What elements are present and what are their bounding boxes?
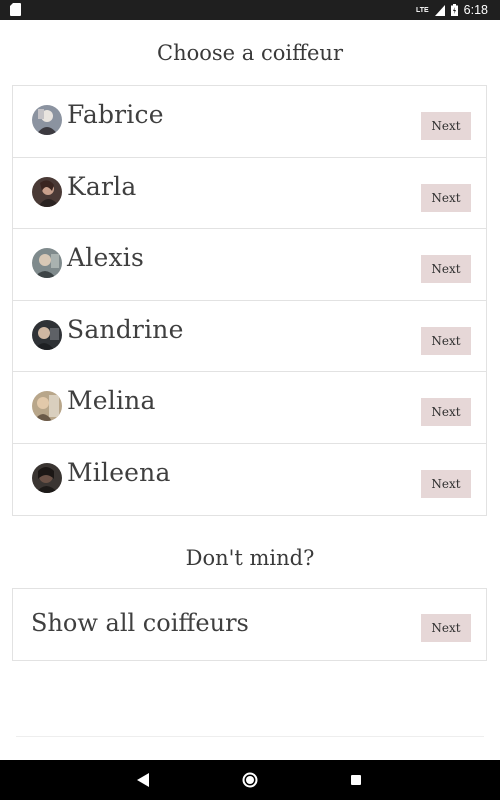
coiffeur-row-fabrice[interactable]: Fabrice Next — [13, 86, 486, 158]
avatar — [32, 176, 62, 207]
home-icon[interactable] — [242, 772, 258, 788]
avatar — [32, 105, 62, 135]
coiffeur-row-sandrine[interactable]: Sandrine Next — [13, 301, 486, 373]
avatar — [32, 319, 62, 350]
battery-icon — [450, 4, 458, 16]
avatar — [32, 248, 62, 279]
coiffeur-row-mileena[interactable]: Mileena Next — [13, 444, 486, 516]
coiffeur-name: Fabrice — [67, 100, 164, 129]
next-button[interactable]: Next — [421, 112, 471, 140]
show-all-label: Show all coiffeurs — [31, 609, 249, 637]
coiffeur-name: Melina — [67, 386, 156, 416]
avatar — [32, 391, 62, 422]
next-button[interactable]: Next — [421, 255, 471, 284]
network-type: LTE — [415, 6, 429, 14]
clock: 6:18 — [463, 3, 488, 17]
coiffeur-row-alexis[interactable]: Alexis Next — [13, 229, 486, 301]
next-button[interactable]: Next — [421, 326, 471, 355]
coiffeur-name: Alexis — [67, 243, 144, 273]
next-button[interactable]: Next — [421, 469, 471, 498]
coiffeur-row-karla[interactable]: Karla Next — [13, 158, 486, 230]
show-all-next-button[interactable]: Next — [421, 614, 471, 642]
status-bar: LTE 6:18 — [0, 0, 500, 20]
show-all-card[interactable]: Show all coiffeurs Next — [12, 588, 487, 661]
coiffeur-row-melina[interactable]: Melina Next — [13, 372, 486, 444]
next-button[interactable]: Next — [421, 398, 471, 427]
coiffeur-name: Karla — [67, 171, 137, 201]
divider — [16, 736, 484, 737]
page-title: Choose a coiffeur — [157, 41, 343, 65]
avatar — [32, 462, 62, 493]
next-button[interactable]: Next — [421, 183, 471, 212]
signal-icon — [434, 4, 445, 16]
coiffeur-name: Mileena — [67, 457, 171, 487]
coiffeur-name: Sandrine — [67, 314, 184, 344]
recents-icon[interactable] — [351, 775, 361, 785]
section-title: Don't mind? — [185, 546, 315, 570]
sd-card-icon — [10, 3, 21, 16]
coiffeur-list: Fabrice Next Karla Next Alexis Next Sand… — [12, 85, 487, 516]
back-icon[interactable] — [137, 773, 149, 787]
navigation-bar — [0, 760, 500, 800]
